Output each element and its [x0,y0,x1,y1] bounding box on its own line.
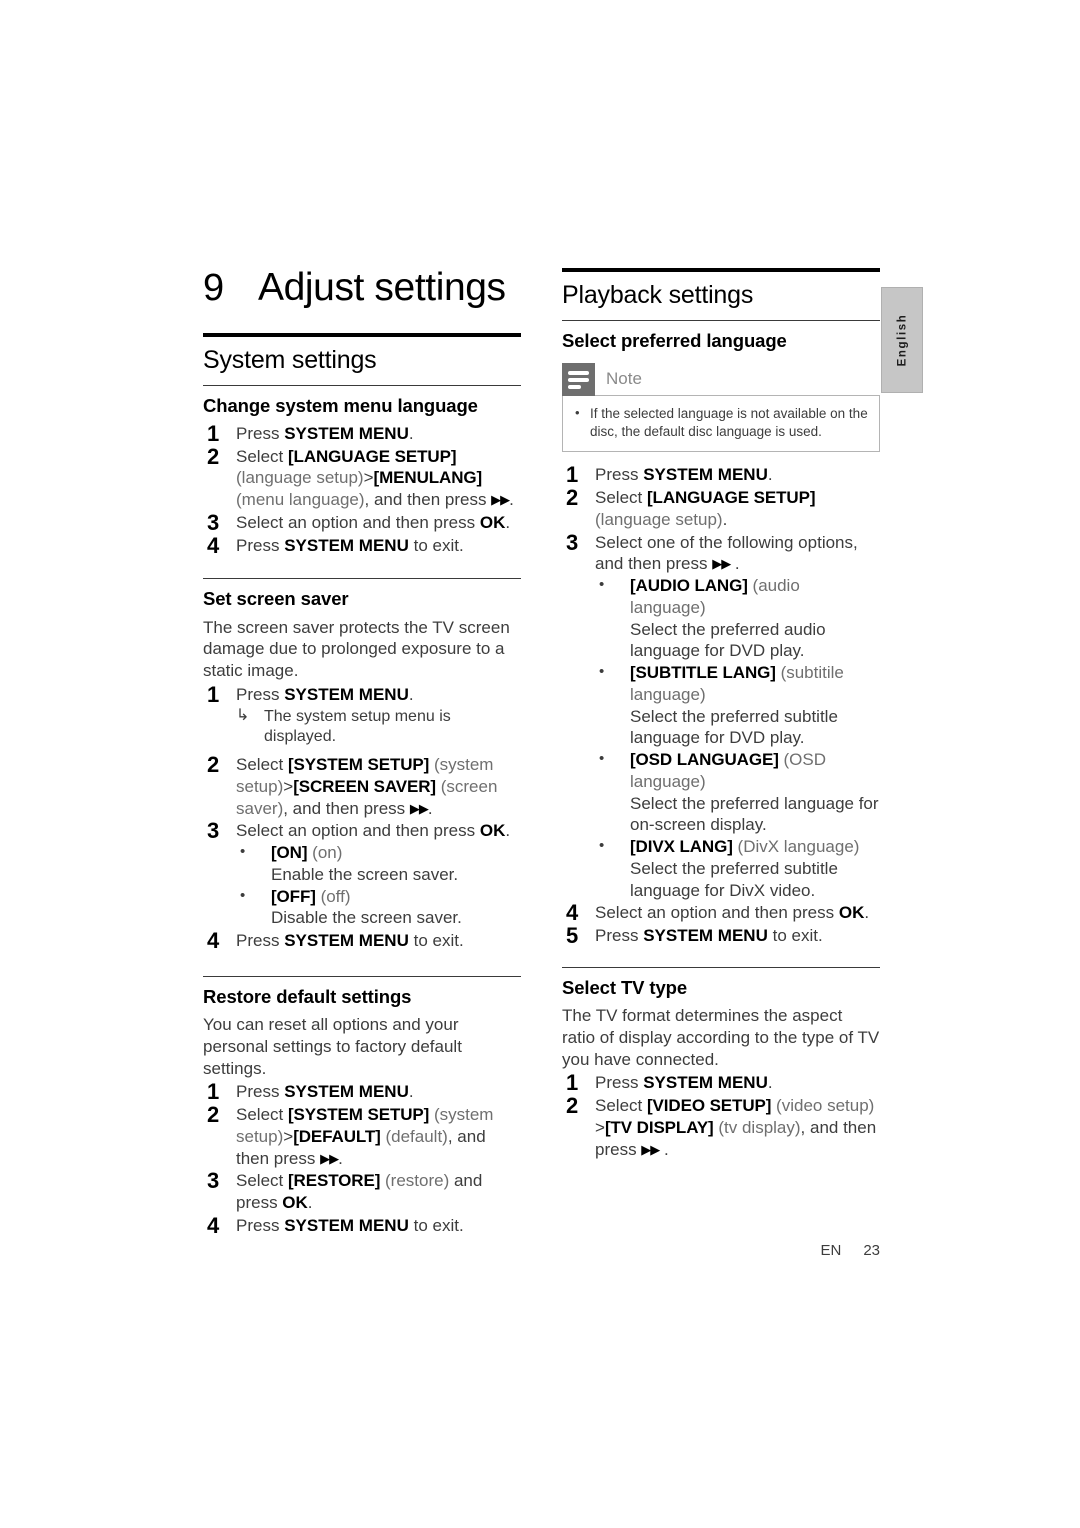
option-token: [OFF] [271,886,316,906]
steps-set-screen-saver: Press SYSTEM MENU. The system setup menu… [203,681,521,955]
step-item: Select [LANGUAGE SETUP] (language setup)… [207,443,514,510]
chapter-number: 9 [203,267,224,309]
language-tab-label: English [896,313,909,367]
note-label: Note [606,369,642,389]
divider-select-tv-type [562,966,880,968]
note-body: If the selected language is not availabl… [562,394,880,453]
option-token: [DIVX LANG] [630,837,733,857]
step-item: Select an option and then press OK. [207,509,511,537]
language-tab-english: English [881,287,923,393]
step-item: Press SYSTEM MENU. [566,461,773,489]
subsection-heading-select-tv-type: Select TV type [562,976,688,998]
section-rule-top [203,332,521,337]
step-item: Press SYSTEM MENU to exit. [207,532,464,560]
option-token: [SUBTITLE LANG] [630,663,776,683]
chapter-title-text: Adjust settings [258,266,506,309]
option-item: [OFF] (off) Disable the screen saver. [236,886,521,930]
footer-language-code: EN [820,1242,842,1259]
option-item: [SUBTITLE LANG] (subtitile language) Sel… [595,662,880,749]
divider-restore-defaults [203,975,521,977]
step-item: Press SYSTEM MENU. The system setup menu… [203,681,521,749]
section-rule-bottom [203,384,521,386]
option-item: [DIVX LANG] (DivX language) Select the p… [595,836,880,901]
step-item: Select [RESTORE] (restore) and press OK. [207,1167,483,1213]
step-item: Press SYSTEM MENU. [207,420,414,448]
intro-set-screen-saver: The screen saver protects the TV screen … [203,617,510,681]
note-item: If the selected language is not availabl… [573,404,869,441]
section-title-system-settings: System settings [203,345,377,374]
footer-page-number: 23 [863,1242,880,1259]
subsection-heading-set-screen-saver: Set screen saver [203,588,349,610]
options-preferred-language: [AUDIO LANG] (audio language) Select the… [595,575,880,901]
step-item: Press SYSTEM MENU to exit. [207,927,464,955]
step-item: Select an option and then press OK. [ON]… [203,817,521,929]
steps-restore-default-settings: Press SYSTEM MENU. Select [SYSTEM SETUP]… [203,1078,521,1240]
option-token: [OSD LANGUAGE] [630,750,779,770]
option-item: [OSD LANGUAGE] (OSD language) Select the… [595,749,880,836]
section-rule-top-playback [562,268,880,272]
subsection-heading-restore-default-settings: Restore default settings [203,985,412,1007]
step-result: The system setup menu is displayed. [236,706,521,749]
step-item: Press SYSTEM MENU. [566,1069,773,1097]
option-desc: Select the preferred subtitle language f… [630,858,838,900]
left-column: 9 Adjust settings System settings Change… [203,266,521,1240]
step-item: Press SYSTEM MENU. [207,1078,414,1106]
step-item: Select [SYSTEM SETUP] (system setup)>[DE… [207,1101,494,1168]
step-item: Press SYSTEM MENU to exit. [566,922,823,950]
option-desc: Select the preferred subtitle language f… [630,706,838,748]
steps-select-tv-type: Press SYSTEM MENU. Select [VIDEO SETUP] … [562,1069,880,1160]
option-desc: Disable the screen saver. [271,908,462,928]
step-item: Select [LANGUAGE SETUP] (language setup)… [566,484,816,529]
options-screen-saver: [ON] (on) Enable the screen saver. [OFF]… [236,842,521,929]
option-gloss: (DivX language) [737,837,860,857]
steps-select-preferred-language: Press SYSTEM MENU. Select [LANGUAGE SETU… [562,461,880,950]
step-item: Press SYSTEM MENU to exit. [207,1212,464,1240]
note-callout: Note If the selected language is not ava… [562,362,880,453]
option-desc: Enable the screen saver. [271,864,459,884]
note-icon [562,362,595,396]
page-footer: EN 23 [562,1242,880,1259]
chapter-title: 9 Adjust settings [203,266,521,309]
option-desc: Select the preferred audio language for … [630,619,826,661]
right-column: Playback settings Select preferred langu… [562,268,880,1162]
step-item: Select [SYSTEM SETUP] (system setup)>[SC… [207,751,498,818]
step-item: Select one of the following options, and… [562,529,880,902]
step-item: Select an option and then press OK. [566,899,870,927]
divider-set-screen-saver [203,578,521,580]
subsection-heading-change-menu-language: Change system menu language [203,394,478,416]
option-item: [AUDIO LANG] (audio language) Select the… [595,575,880,662]
intro-select-tv-type: The TV format determines the aspect rati… [562,1006,880,1069]
note-header: Note [562,362,880,396]
section-title-playback-settings: Playback settings [562,281,754,309]
option-gloss: (on) [312,843,343,863]
option-gloss: (off) [320,886,351,906]
manual-page: 9 Adjust settings System settings Change… [0,0,1080,1528]
section-rule-bottom-playback [562,319,880,321]
step-item: Select [VIDEO SETUP] (video setup) >[TV … [566,1092,877,1159]
option-token: [AUDIO LANG] [630,576,748,596]
option-token: [ON] [271,843,308,863]
option-desc: Select the preferred language for on-scr… [630,793,879,835]
steps-change-menu-language: Press SYSTEM MENU. Select [LANGUAGE SETU… [203,420,521,560]
subsection-heading-select-preferred-language: Select preferred language [562,329,787,351]
option-item: [ON] (on) Enable the screen saver. [236,842,521,886]
intro-restore-default-settings: You can reset all options and your perso… [203,1015,462,1078]
